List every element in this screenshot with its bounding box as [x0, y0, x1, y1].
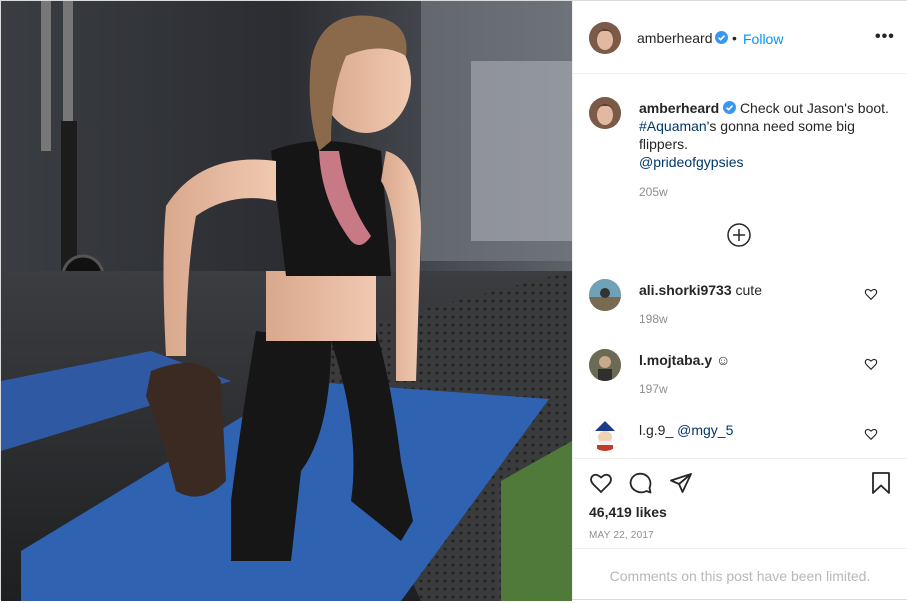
- post-actions: 46,419 likes MAY 22, 2017: [573, 458, 907, 549]
- comment-body: ☺: [716, 352, 731, 368]
- load-more-comments-icon[interactable]: [727, 223, 751, 247]
- more-options-icon[interactable]: •••: [875, 28, 895, 46]
- bookmark-icon[interactable]: [869, 471, 893, 495]
- commenter-avatar[interactable]: [589, 349, 621, 381]
- like-comment-icon[interactable]: [864, 287, 878, 301]
- comment-body: cute: [735, 282, 762, 298]
- likes-count[interactable]: 46,419 likes: [589, 504, 667, 520]
- hashtag-link[interactable]: #Aquaman: [639, 118, 707, 134]
- like-comment-icon[interactable]: [864, 357, 878, 371]
- comment-time[interactable]: 197w: [639, 382, 668, 396]
- post-photo[interactable]: [1, 1, 572, 601]
- author-username[interactable]: amberheard: [637, 30, 713, 46]
- post-container: amberheard • Follow ••• amberheard Check…: [0, 0, 907, 601]
- comment-mention-link[interactable]: @mgy_5: [677, 422, 733, 438]
- comment-text: l.mojtaba.y ☺: [639, 352, 730, 368]
- comment-item: l.mojtaba.y ☺ 197w: [573, 345, 907, 415]
- photo-illustration: [1, 1, 572, 601]
- post-side-panel: amberheard • Follow ••• amberheard Check…: [572, 1, 907, 599]
- commenter-avatar[interactable]: [589, 279, 621, 311]
- verified-badge-icon: [723, 101, 737, 114]
- comment-text: ali.shorki9733 cute: [639, 282, 762, 298]
- separator-dot: •: [732, 30, 737, 46]
- commenter-username[interactable]: l.g.9_: [639, 422, 673, 438]
- caption-avatar[interactable]: [589, 97, 621, 129]
- post-date[interactable]: MAY 22, 2017: [589, 530, 654, 541]
- comment-time[interactable]: 198w: [639, 312, 668, 326]
- follow-button[interactable]: Follow: [743, 31, 783, 47]
- comments-limited-notice: Comments on this post have been limited.: [573, 548, 907, 602]
- commenter-username[interactable]: l.mojtaba.y: [639, 352, 712, 368]
- commenter-username[interactable]: ali.shorki9733: [639, 282, 732, 298]
- comment-item: ali.shorki9733 cute 198w: [573, 275, 907, 345]
- post-header: amberheard • Follow •••: [573, 1, 907, 74]
- like-heart-icon[interactable]: [589, 471, 613, 495]
- like-comment-icon[interactable]: [864, 427, 878, 441]
- caption-username[interactable]: amberheard: [639, 100, 719, 116]
- mention-link[interactable]: @prideofgypsies: [639, 154, 744, 170]
- share-paper-plane-icon[interactable]: [669, 471, 693, 495]
- commenter-avatar[interactable]: [589, 419, 621, 451]
- author-avatar[interactable]: [589, 22, 621, 54]
- caption-body: Check out Jason's boot.: [739, 100, 889, 116]
- caption-text: amberheard Check out Jason's boot. #Aqua…: [639, 99, 889, 171]
- caption-time[interactable]: 205w: [639, 185, 668, 199]
- comment-text: l.g.9_ @mgy_5: [639, 422, 733, 438]
- comment-bubble-icon[interactable]: [629, 471, 653, 495]
- verified-badge-icon: [715, 31, 728, 44]
